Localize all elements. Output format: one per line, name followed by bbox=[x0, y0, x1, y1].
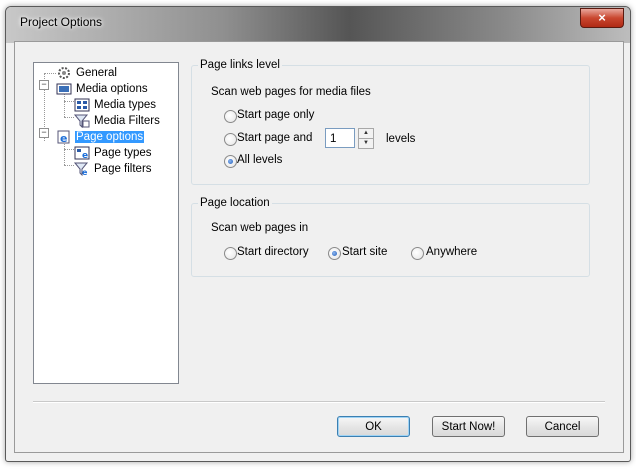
tree-item-label: Page filters bbox=[94, 163, 152, 175]
page-types-icon: e bbox=[74, 146, 90, 161]
radio-label[interactable]: Start page only bbox=[237, 109, 314, 121]
tree-item-media-types[interactable]: Media types bbox=[74, 97, 157, 113]
radio-anywhere[interactable] bbox=[411, 247, 424, 260]
radio-start-site[interactable] bbox=[328, 247, 341, 260]
title-bar[interactable]: Project Options × bbox=[6, 7, 630, 43]
filter-icon bbox=[73, 114, 90, 129]
radio-all-levels[interactable] bbox=[224, 155, 237, 168]
window-title: Project Options bbox=[20, 15, 103, 29]
radio-label[interactable]: Anywhere bbox=[426, 246, 477, 258]
cancel-button[interactable]: Cancel bbox=[526, 416, 599, 437]
links-caption: Scan web pages for media files bbox=[211, 86, 371, 98]
radio-start-page-and[interactable] bbox=[224, 133, 237, 146]
tree-item-page-options[interactable]: e Page options bbox=[56, 129, 145, 145]
group-title: Page links level bbox=[198, 59, 282, 71]
radio-label[interactable]: All levels bbox=[237, 154, 282, 166]
start-now-button[interactable]: Start Now! bbox=[432, 416, 505, 437]
media-types-icon bbox=[74, 98, 90, 112]
close-button[interactable]: × bbox=[580, 8, 624, 28]
dialog-body: − − General Media options Media types Me… bbox=[14, 41, 624, 453]
group-title: Page location bbox=[198, 197, 272, 209]
tree-item-general[interactable]: General bbox=[56, 65, 118, 81]
svg-text:e: e bbox=[60, 132, 67, 144]
separator bbox=[33, 401, 605, 403]
levels-input[interactable]: 1 bbox=[325, 128, 355, 148]
radio-start-directory[interactable] bbox=[224, 247, 237, 260]
spin-down-button[interactable]: ▼ bbox=[358, 138, 374, 149]
radio-start-page-only[interactable] bbox=[224, 110, 237, 123]
tree-item-label: Media options bbox=[76, 83, 148, 95]
ie-page-icon: e bbox=[56, 130, 72, 145]
options-tree[interactable]: − − General Media options Media types Me… bbox=[33, 62, 179, 384]
page-links-level-group: Page links level Scan web pages for medi… bbox=[191, 59, 590, 185]
page-filter-icon: e bbox=[73, 162, 90, 177]
page-location-group: Page location Scan web pages in Start di… bbox=[191, 197, 590, 277]
collapse-page-options[interactable]: − bbox=[39, 128, 49, 138]
tree-item-page-types[interactable]: e Page types bbox=[74, 145, 153, 161]
location-caption: Scan web pages in bbox=[211, 222, 309, 234]
radio-label[interactable]: Start directory bbox=[237, 246, 309, 258]
collapse-media-options[interactable]: − bbox=[39, 80, 49, 90]
tree-item-label: Page options bbox=[75, 131, 145, 143]
radio-label[interactable]: Start site bbox=[342, 246, 387, 258]
tree-item-media-options[interactable]: Media options bbox=[56, 81, 149, 97]
tree-item-label: Media types bbox=[94, 99, 157, 111]
radio-label[interactable]: Start page and bbox=[237, 132, 312, 144]
levels-label: levels bbox=[386, 133, 416, 145]
svg-text:e: e bbox=[82, 168, 88, 176]
ok-button[interactable]: OK bbox=[337, 416, 410, 437]
tree-item-label: General bbox=[76, 67, 117, 79]
gear-icon bbox=[56, 66, 72, 80]
media-icon bbox=[56, 82, 72, 96]
tree-item-media-filters[interactable]: Media Filters bbox=[73, 113, 161, 129]
tree-item-label: Media Filters bbox=[94, 115, 160, 127]
svg-text:e: e bbox=[82, 151, 88, 160]
tree-item-label: Page types bbox=[94, 147, 152, 159]
project-options-dialog: Project Options × − − General Media opti… bbox=[5, 6, 631, 462]
tree-item-page-filters[interactable]: e Page filters bbox=[73, 161, 153, 177]
